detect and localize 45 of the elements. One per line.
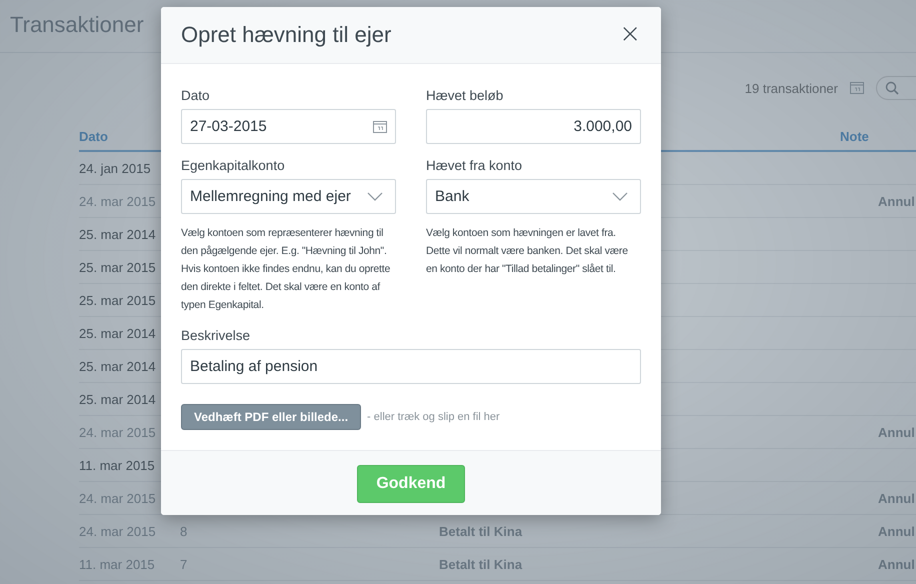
table-cell: 25. mar 2014	[79, 326, 156, 340]
table-cell: 24. mar 2015	[79, 424, 156, 440]
table-cell: Betalt til Kina	[439, 556, 522, 572]
table-cell: Annul	[878, 556, 915, 572]
input-field[interactable]: 27-03-2015	[181, 109, 396, 144]
table-cell: Annul	[878, 490, 915, 506]
drop-hint: - eller træk og slip en fil her	[367, 411, 500, 423]
calendar-icon[interactable]	[850, 82, 864, 94]
search-field[interactable]	[876, 76, 916, 100]
table-cell: Annul	[878, 524, 915, 538]
chevron-icon	[367, 192, 383, 201]
calendar-icon[interactable]	[373, 120, 387, 132]
table-cell: 24. jan 2015	[79, 160, 151, 176]
help-text: Vælg kontoen som repræsenterer hævning til den pågælgende ejer. E.g. "Hævning til John". Hvis kontoen ikke findes endnu, kan du oprette den direkte i feltet. Det skal være en konto af typen Egenkapital.	[181, 226, 392, 313]
chevron-icon	[612, 192, 628, 201]
table-cell: Betalt til Kina	[439, 524, 522, 538]
table-cell: Annul	[878, 424, 915, 440]
field-label: Dato	[181, 88, 211, 103]
table-cell: 25. mar 2015	[79, 292, 156, 308]
table-cell: 25. mar 2014	[79, 358, 156, 374]
help-text: Vælg kontoen som hævningen er lavet fra. Dette vil normalt være banken. Det skal være en konto der har "Tillad betalinger" slået til.	[426, 226, 629, 277]
table-cell: 25. mar 2015	[79, 260, 156, 274]
input-field[interactable]: Betaling af pension	[181, 349, 641, 384]
table-cell: 8	[180, 524, 188, 538]
page-title: Transaktioner	[10, 11, 144, 39]
dialog-title: Opret hævning til ejer	[181, 22, 392, 48]
table-cell: 25. mar 2014	[79, 226, 156, 242]
table-cell: 24. mar 2015	[79, 524, 156, 538]
table-cell: 11. mar 2015	[79, 556, 155, 572]
dropdown[interactable]: Mellemregning med ejer	[181, 179, 396, 214]
field-label: Hævet beløb	[426, 88, 504, 103]
search-icon	[885, 81, 899, 95]
close-button[interactable]: ×	[619, 21, 641, 49]
field-label: Beskrivelse	[181, 328, 252, 343]
table-cell: 24. mar 2015	[79, 490, 156, 506]
table-cell: 25. mar 2014	[79, 392, 156, 406]
table-cell: 7	[180, 556, 188, 572]
input-field[interactable]: 3.000,00	[426, 109, 641, 144]
transaction-count: 19 transaktioner	[744, 80, 838, 96]
table-cell: 11. mar 2015	[79, 458, 155, 472]
field-label: Egenkapitalkonto	[181, 158, 286, 173]
table-cell: 24. mar 2015	[79, 194, 156, 208]
field-label: Hævet fra konto	[426, 158, 524, 173]
dropdown[interactable]: Bank	[426, 179, 641, 214]
table-cell: Annul	[878, 194, 915, 208]
